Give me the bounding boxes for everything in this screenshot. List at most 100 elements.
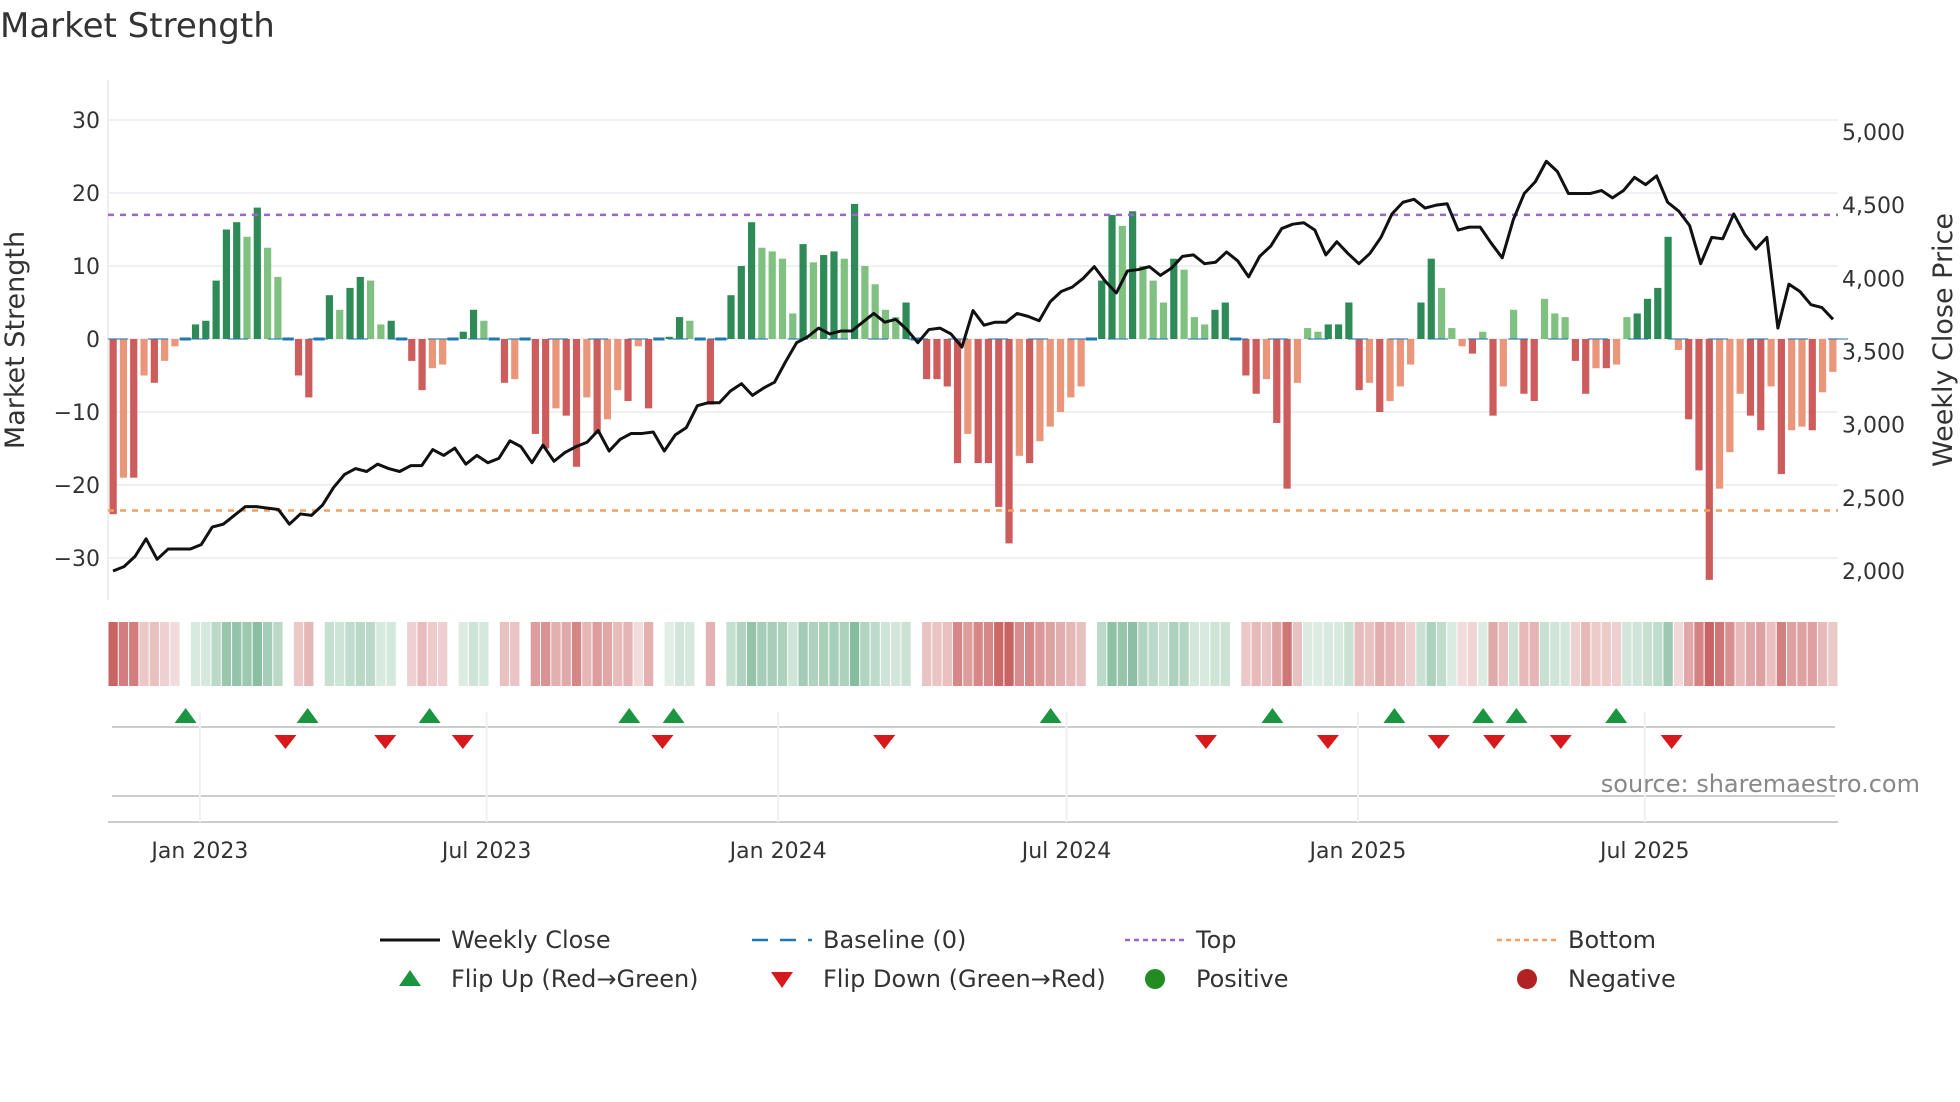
strength-bar: [706, 339, 715, 405]
strength-strip-cell: [1447, 622, 1457, 686]
strength-bar: [1005, 339, 1013, 544]
strength-strip-cell: [1807, 622, 1817, 686]
strength-strip-cell: [458, 622, 468, 686]
strength-strip-cell: [757, 622, 767, 686]
strength-bar: [995, 339, 1003, 507]
strength-strip-cell: [1375, 622, 1385, 686]
strength-bar: [603, 339, 612, 420]
strength-bar: [1777, 339, 1785, 475]
strength-bar: [1427, 258, 1435, 339]
strength-bar: [264, 247, 272, 339]
strength-strip-cell: [1169, 622, 1179, 686]
flip-up-marker: [1605, 708, 1628, 723]
strength-bar: [1489, 339, 1497, 416]
flip-up-legend-icon: [399, 970, 421, 986]
strength-bar: [1139, 266, 1147, 339]
strength-bar: [1098, 280, 1106, 339]
strength-bar: [119, 339, 128, 478]
strength-strip-cell: [293, 622, 304, 686]
strength-strip-cell: [705, 622, 716, 686]
strength-bar: [1705, 339, 1713, 580]
strength-bar: [593, 339, 601, 434]
source-label: source: sharemaestro.com: [1601, 770, 1920, 798]
strength-strip-cell: [1756, 622, 1766, 686]
strength-bar: [1829, 339, 1837, 372]
strength-strip-cell: [1642, 622, 1653, 686]
strength-bar: [1633, 313, 1641, 339]
strength-strip-cell: [221, 622, 232, 686]
y2-tick-label: 2,500: [1842, 487, 1905, 512]
strength-strip-cell: [1611, 622, 1622, 686]
strength-bar: [1767, 339, 1775, 387]
strength-bar: [191, 324, 200, 339]
strength-strip-cell: [1004, 622, 1014, 686]
strength-bar: [1355, 339, 1363, 391]
flip-up-marker: [1039, 708, 1062, 723]
strength-strip-cell: [1828, 622, 1838, 686]
strength-bar: [1026, 339, 1034, 464]
strength-strip-cell: [149, 622, 159, 686]
strength-strip-cell: [1817, 622, 1828, 686]
legend-item: Baseline (0): [752, 926, 966, 954]
strength-strip-cell: [479, 622, 489, 686]
strength-strip-cell: [1210, 622, 1220, 686]
strength-strip-cell: [1632, 622, 1642, 686]
strength-bar: [758, 247, 766, 339]
strength-strip-cell: [1467, 622, 1478, 686]
flip-down-marker: [873, 735, 896, 749]
strength-strip-cell: [1581, 622, 1591, 686]
strength-bar: [1386, 339, 1394, 402]
strength-strip-cell: [1055, 622, 1066, 686]
strength-strip-cell: [1704, 622, 1714, 686]
strength-bar: [789, 313, 797, 339]
strength-strip-cell: [891, 622, 901, 686]
strength-bar: [1221, 302, 1229, 339]
strength-bar: [130, 339, 138, 478]
strength-bar: [1612, 339, 1621, 365]
y2-tick-label: 3,000: [1842, 414, 1905, 439]
strength-bar: [552, 339, 560, 409]
strength-strip-cell: [1333, 622, 1344, 686]
strength-strip-cell: [1158, 622, 1169, 686]
strength-strip-cell: [1066, 622, 1076, 686]
strength-bar: [366, 280, 375, 339]
strength-strip-cell: [674, 622, 685, 686]
strength-strip-cell: [777, 622, 788, 686]
strength-strip-cell: [376, 622, 386, 686]
strength-strip-cell: [592, 622, 602, 686]
y2-axis-label: Weekly Close Price: [1928, 213, 1959, 467]
strength-strip-cell: [232, 622, 242, 686]
legend-item: Top: [1125, 926, 1237, 954]
strength-strip-cell: [1364, 622, 1375, 686]
strength-strip-cell: [829, 622, 839, 686]
strength-bar: [1746, 339, 1755, 416]
strength-strip-cell: [839, 622, 849, 686]
strength-bar: [840, 258, 848, 339]
strength-strip-cell: [1570, 622, 1581, 686]
strength-bar: [274, 276, 282, 339]
strength-strip-cell: [1148, 622, 1158, 686]
strength-strip-cell: [746, 622, 757, 686]
strength-bar: [923, 339, 931, 380]
strength-strip-cell: [736, 622, 746, 686]
strength-bar: [799, 244, 807, 339]
strength-bar: [140, 339, 148, 376]
strength-strip-cell: [1478, 622, 1488, 686]
strength-strip-cell: [1138, 622, 1148, 686]
strength-strip-cell: [1519, 622, 1529, 686]
legend-item: Negative: [1517, 965, 1676, 993]
y2-tick-label: 4,000: [1842, 267, 1905, 292]
strength-bar: [820, 255, 828, 339]
strength-bar: [1056, 339, 1065, 412]
strength-bar: [1643, 298, 1652, 339]
strength-bar: [1015, 339, 1023, 456]
strength-strip-cell: [1261, 622, 1272, 686]
strength-bar: [408, 339, 416, 361]
strength-strip-cell: [211, 622, 221, 686]
market-strength-chart: 30 20 10 0 −10 −20 −30 2,000 2,500 3,000 3,500 4,00…: [0, 80, 1959, 993]
legend-label: Weekly Close: [451, 926, 611, 954]
strength-bar: [1458, 339, 1466, 347]
strength-bar: [459, 331, 467, 339]
strength-strip-cell: [1323, 622, 1333, 686]
strength-bar: [1736, 339, 1744, 394]
